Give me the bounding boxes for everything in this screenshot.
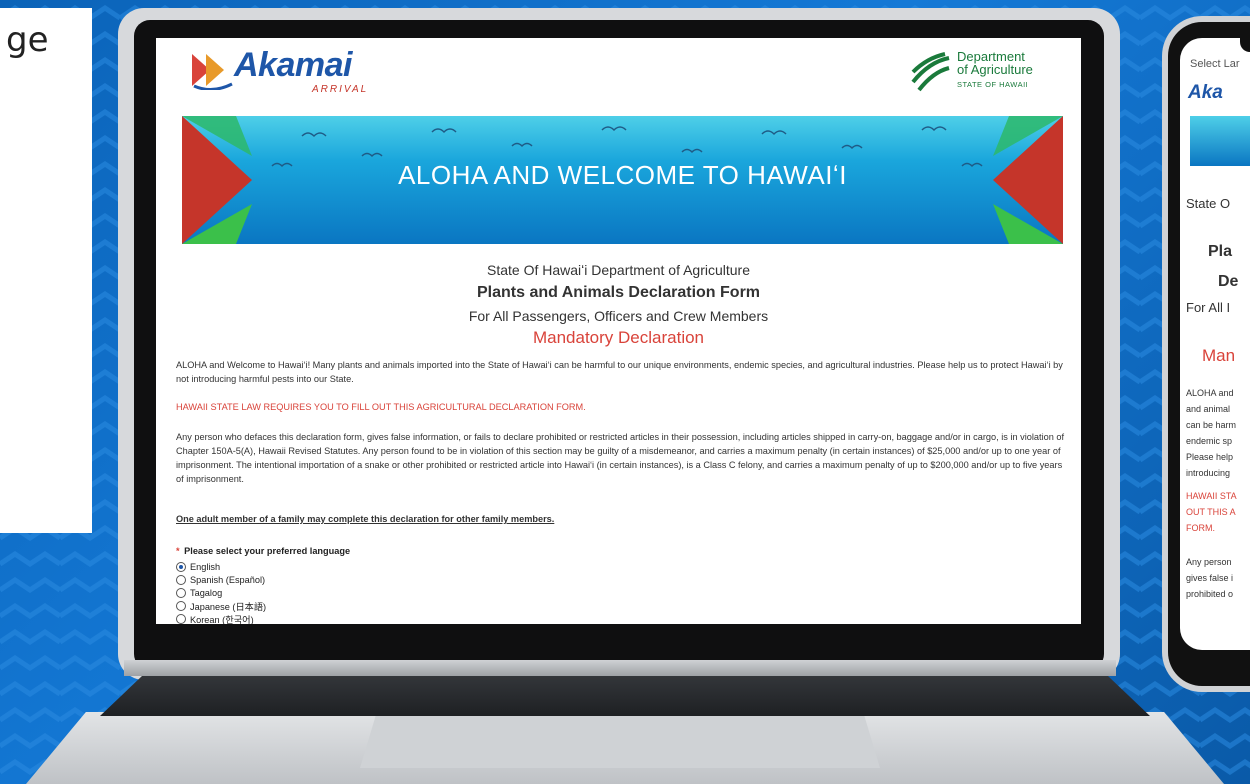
doa-line2: of Agriculture xyxy=(957,62,1033,77)
family-note: One adult member of a family may complet… xyxy=(176,514,555,524)
radio-icon[interactable] xyxy=(176,587,186,598)
phone-intro: ALOHA and and animal can be harm endemic… xyxy=(1186,388,1237,478)
language-option-tagalog[interactable]: Tagalog xyxy=(176,586,350,599)
language-option-korean[interactable]: Korean (한국어) xyxy=(176,612,350,624)
phone-penalty: Any person gives false i prohibited o xyxy=(1186,557,1234,599)
welcome-banner: ALOHA AND WELCOME TO HAWAIʻI xyxy=(182,116,1063,244)
radio-icon[interactable] xyxy=(176,600,186,611)
radio-icon[interactable] xyxy=(176,574,186,585)
phone-form-title-2: De xyxy=(1218,273,1239,290)
phone-akamai-logo: Aka xyxy=(1188,82,1223,103)
radio-icon[interactable] xyxy=(176,613,186,624)
phone-for-line: For All I xyxy=(1186,300,1231,315)
laptop-trackpad xyxy=(360,716,880,768)
radio-selected-icon[interactable] xyxy=(176,561,186,572)
intro-paragraph: ALOHA and Welcome to Hawaiʻi! Many plant… xyxy=(176,360,1063,384)
mandatory-declaration: Mandatory Declaration xyxy=(532,328,705,347)
form-heading: State Of Hawaiʻi Department of Agricultu… xyxy=(156,262,1081,348)
doa-sub: STATE OF HAWAII xyxy=(957,80,1029,89)
language-option-spanish[interactable]: Spanish (Español) xyxy=(176,573,350,586)
akamai-name: Akamai xyxy=(234,46,352,84)
department-line: State Of Hawaiʻi Department of Agricultu… xyxy=(486,262,750,278)
phone-law-notice: HAWAII STA OUT THIS A FORM. xyxy=(1186,491,1237,533)
phone-language-select[interactable]: Select Lar xyxy=(1190,58,1240,70)
left-card-text: ge xyxy=(6,20,49,60)
phone-mandatory: Man xyxy=(1202,346,1236,365)
akamai-sub: ARRIVAL xyxy=(312,84,369,95)
akamai-arrival-logo: Akamai ARRIVAL xyxy=(192,46,382,102)
for-line: For All Passengers, Officers and Crew Me… xyxy=(468,308,769,324)
left-card: ge xyxy=(0,8,92,533)
department-of-agriculture-logo: Department of Agriculture STATE OF HAWAI… xyxy=(909,50,1049,96)
page-header: Akamai ARRIVAL Department of Agriculture… xyxy=(156,38,1081,112)
doa-leaf-icon xyxy=(911,52,950,92)
laptop-screen: Akamai ARRIVAL Department of Agriculture… xyxy=(156,38,1081,624)
banner-title: ALOHA AND WELCOME TO HAWAIʻI xyxy=(398,160,847,190)
language-selector: * Please select your preferred language … xyxy=(176,546,350,624)
phone-form-title-1: Pla xyxy=(1208,243,1233,260)
penalty-paragraph: Any person who defaces this declaration … xyxy=(176,432,1065,484)
language-option-japanese[interactable]: Japanese (日本語) xyxy=(176,599,350,612)
laptop-keyboard xyxy=(100,676,1150,716)
form-title: Plants and Animals Declaration Form xyxy=(476,284,761,301)
language-option-english[interactable]: English xyxy=(176,560,350,573)
phone-screen: Select Lar Aka State O Pla De For All I … xyxy=(1180,38,1250,650)
required-mark: * xyxy=(176,546,180,556)
laptop-chin xyxy=(124,660,1116,676)
law-notice: HAWAII STATE LAW REQUIRES YOU TO FILL OU… xyxy=(176,402,586,412)
phone-banner xyxy=(1190,116,1250,166)
akamai-arrows-icon xyxy=(192,54,233,90)
phone-state-line: State O xyxy=(1186,196,1231,211)
language-label: * Please select your preferred language xyxy=(176,546,351,556)
